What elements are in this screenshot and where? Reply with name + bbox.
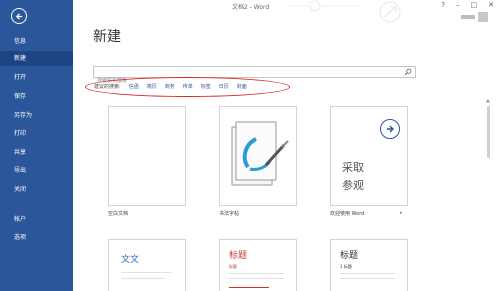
pin-icon[interactable]: ▸: [400, 210, 403, 216]
template-row2-1-text: 文文: [121, 255, 140, 265]
help-button[interactable]: ?: [441, 1, 445, 9]
vertical-scrollbar[interactable]: ▲: [486, 98, 491, 291]
nav-save-as[interactable]: 另存为: [0, 108, 73, 123]
suggest-link-flyers[interactable]: 传单: [183, 83, 193, 90]
template-blank-document[interactable]: [108, 106, 186, 206]
welcome-line-1: 采取: [342, 161, 364, 174]
suggest-link-calendars[interactable]: 日历: [219, 83, 229, 90]
template-row2-3[interactable]: 标题 1 标题: [330, 239, 408, 291]
search-icon[interactable]: [404, 68, 412, 76]
suggest-link-business[interactable]: 商务: [165, 83, 175, 90]
template-row2-2-title: 标题: [229, 251, 248, 261]
nav-options[interactable]: 选项: [0, 230, 73, 245]
template-row2-2-sub: 标题: [229, 264, 237, 269]
scroll-up-icon[interactable]: ▲: [486, 98, 490, 104]
avatar[interactable]: [478, 12, 488, 22]
template-row2-3-title: 标题: [340, 251, 359, 261]
window-title: 文档2 - Word: [232, 4, 270, 11]
window-controls: ? – □ ✕: [441, 1, 494, 9]
arrow-left-icon: [15, 12, 22, 20]
calligraphy-icon: [231, 121, 289, 186]
template-welcome-to-word[interactable]: 采取 参观: [330, 106, 408, 206]
nav-account[interactable]: 帐户: [0, 212, 73, 227]
welcome-line-2: 参观: [342, 179, 364, 192]
close-button[interactable]: ✕: [488, 1, 494, 9]
back-button[interactable]: [11, 8, 27, 24]
nav-new[interactable]: 新建: [0, 51, 73, 66]
account-name: [461, 15, 475, 19]
suggested-searches-label: 建议的搜索:: [94, 84, 121, 90]
nav-export[interactable]: 导出: [0, 163, 73, 178]
backstage-sidebar: 信息 新建 打开 保存 另存为 打印 共享 导出 关闭 帐户 选项: [0, 0, 73, 291]
suggest-link-cover[interactable]: 封面: [237, 83, 247, 90]
nav-print[interactable]: 打印: [0, 126, 73, 141]
title-bar-decoration: [290, 0, 401, 23]
arrow-right-circle-icon: [380, 119, 400, 139]
account-area[interactable]: [461, 12, 488, 22]
page-title: 新建: [93, 29, 121, 45]
suggest-link-letters[interactable]: 信函: [129, 83, 139, 90]
nav-close[interactable]: 关闭: [0, 182, 73, 197]
template-row2-2[interactable]: 标题 标题: [219, 239, 297, 291]
nav-info[interactable]: 信息: [0, 34, 73, 49]
template-row2-1[interactable]: 文文: [108, 239, 186, 291]
restore-button[interactable]: □: [471, 1, 478, 9]
scrollbar-thumb[interactable]: [487, 106, 490, 158]
template-row2-3-sub: 1 标题: [340, 264, 352, 269]
nav-open[interactable]: 打开: [0, 70, 73, 85]
suggest-link-labels[interactable]: 标签: [201, 83, 211, 90]
nav-share[interactable]: 共享: [0, 145, 73, 160]
suggested-searches: 建议的搜索: 信函 简历 商务 传单 标签 日历 封面: [94, 83, 247, 90]
template-search: [93, 66, 416, 86]
template-label-welcome: 欢迎使用 Word: [330, 211, 365, 217]
template-label-blank: 空白文档: [108, 211, 129, 217]
welcome-tile-text: 采取 参观: [342, 159, 364, 195]
template-label-calligraphy: 书法字帖: [219, 211, 240, 217]
suggest-link-resume[interactable]: 简历: [147, 83, 157, 90]
nav-save[interactable]: 保存: [0, 89, 73, 104]
template-calligraphy[interactable]: [219, 106, 297, 206]
minimize-button[interactable]: –: [456, 1, 460, 9]
